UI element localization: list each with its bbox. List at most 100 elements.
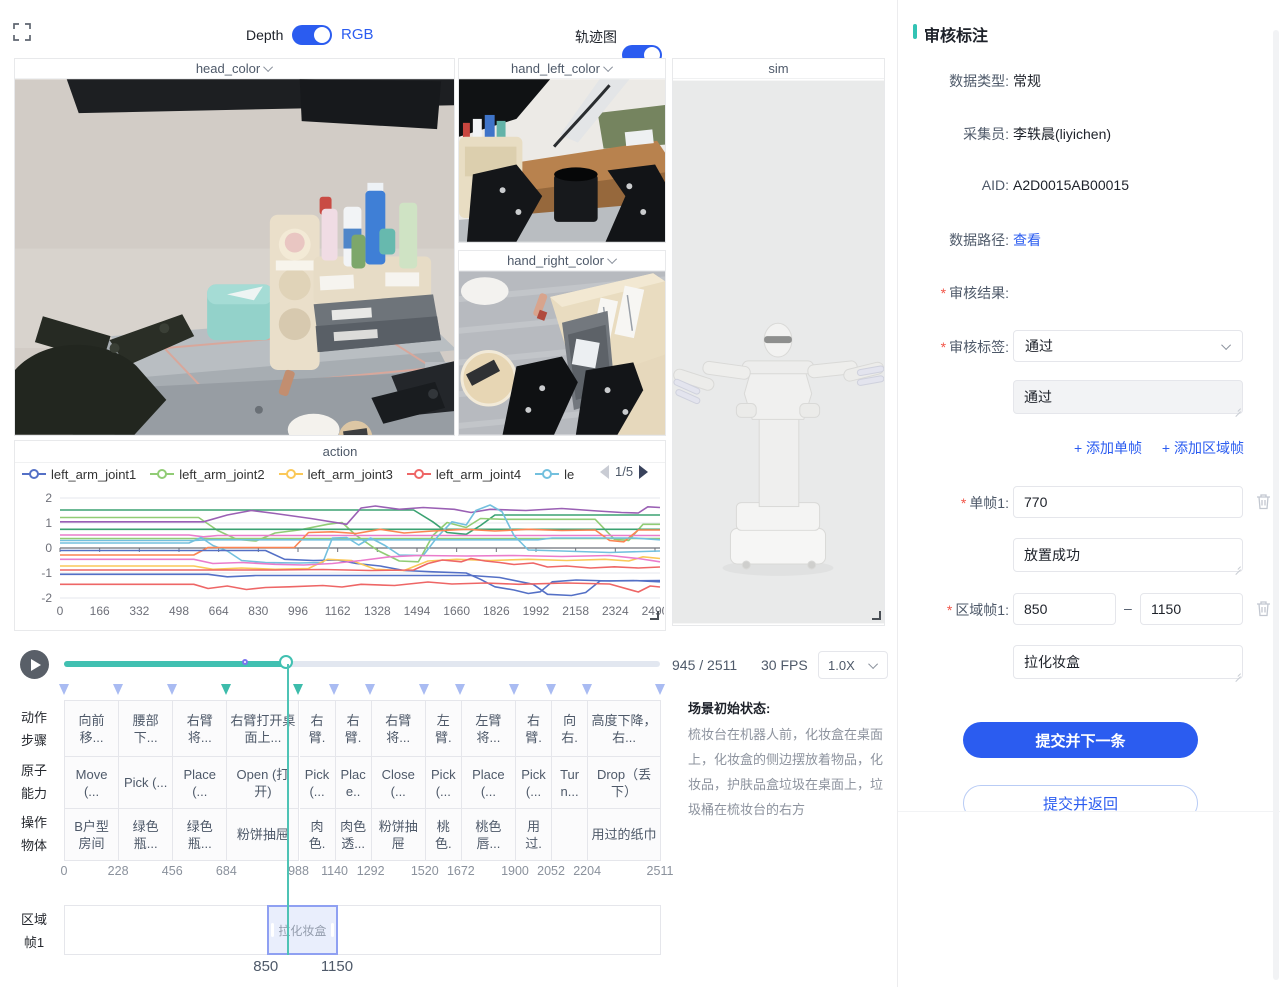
segment-cell[interactable]: 绿色瓶...	[173, 809, 227, 861]
segment-cell[interactable]	[552, 809, 588, 861]
legend-marker-icon	[150, 469, 174, 479]
scale-tick-label: 2052	[537, 864, 565, 878]
legend-item-left_arm_joint1[interactable]: left_arm_joint1	[22, 467, 136, 482]
playback-speed-select[interactable]: 1.0X	[818, 651, 888, 679]
segment-cell[interactable]: Turn...	[552, 757, 588, 809]
segment-cell[interactable]: Place (...	[173, 757, 227, 809]
segment-cell[interactable]: 腰部下...	[119, 701, 173, 757]
chart-resize-corner-icon[interactable]	[650, 611, 659, 620]
segment-marker[interactable]	[113, 684, 123, 695]
segment-cell[interactable]: B户型房间	[65, 809, 119, 861]
segment-cell[interactable]: Move (...	[65, 757, 119, 809]
segment-cell[interactable]: 右臂.	[336, 701, 372, 757]
segment-cell[interactable]: 桃色唇...	[462, 809, 516, 861]
tissue-box	[207, 284, 273, 340]
segment-cell[interactable]: 用过的纸巾	[588, 809, 661, 861]
single-frame-input[interactable]	[1013, 486, 1243, 518]
segment-marker[interactable]	[329, 684, 339, 695]
segment-cell[interactable]: Pick (...	[119, 757, 173, 809]
region-left-handle[interactable]	[271, 923, 274, 937]
region-right-handle[interactable]	[331, 923, 334, 937]
segment-cell[interactable]: 粉饼抽屉	[372, 809, 426, 861]
playback-slider[interactable]	[64, 661, 660, 667]
delete-single-frame-icon[interactable]	[1256, 493, 1271, 510]
segment-marker[interactable]	[221, 684, 231, 695]
page-scrollbar[interactable]	[1273, 30, 1279, 980]
legend-item-left_arm_joint2[interactable]: left_arm_joint2	[150, 467, 264, 482]
svg-text:830: 830	[248, 604, 268, 618]
segment-cell[interactable]: 肉色.	[300, 809, 336, 861]
segment-cell[interactable]: 肉色透...	[336, 809, 372, 861]
legend-next-icon[interactable]	[639, 465, 648, 479]
slider-handle[interactable]	[279, 655, 293, 669]
region-frame-note-textarea[interactable]: 拉化妆盒	[1013, 645, 1243, 679]
scale-tick-label: 1520	[411, 864, 439, 878]
review-tag-note-textarea[interactable]: 通过	[1013, 380, 1243, 414]
sim-title: sim	[768, 61, 788, 76]
segment-marker[interactable]	[509, 684, 519, 695]
add-region-frame-link[interactable]: + 添加区域帧	[1162, 440, 1244, 456]
segment-cell[interactable]: Place (...	[462, 757, 516, 809]
play-icon	[31, 659, 41, 671]
legend-item-left_arm_joint3[interactable]: left_arm_joint3	[279, 467, 393, 482]
segment-marker[interactable]	[419, 684, 429, 695]
scene-initial-state: 场景初始状态: 梳妆台在机器人前，化妆盒在桌面上，化妆盒的侧边摆放着物品，化妆品…	[688, 698, 892, 822]
legend-prev-icon[interactable]	[600, 465, 609, 479]
segment-marker[interactable]	[167, 684, 177, 695]
hand-right-camera-header[interactable]: hand_right_color	[459, 251, 665, 271]
play-button[interactable]	[20, 650, 49, 679]
single-frame-dot-marker[interactable]	[242, 659, 248, 665]
segment-cell[interactable]: 向前移...	[65, 701, 119, 757]
region-frame-block[interactable]: 拉化妆盒	[267, 905, 338, 955]
review-tag-select[interactable]: 通过	[1013, 330, 1243, 362]
monitor	[300, 79, 441, 129]
segment-cell[interactable]: 右臂.	[300, 701, 336, 757]
segment-marker[interactable]	[455, 684, 465, 695]
row-label-atomic-ability: 原子能力	[18, 759, 50, 805]
segment-cell[interactable]: 右臂.	[516, 701, 552, 757]
svg-text:166: 166	[90, 604, 110, 618]
segment-cell[interactable]: Close (...	[372, 757, 426, 809]
single-frame-note-textarea[interactable]: 放置成功	[1013, 538, 1243, 572]
segment-cell[interactable]: Pick (...	[300, 757, 336, 809]
scale-tick-label: 988	[288, 864, 309, 878]
segment-cell[interactable]: 桃色.	[426, 809, 462, 861]
sim-robot-view[interactable]	[673, 79, 884, 625]
segment-cell[interactable]: 右臂将...	[372, 701, 426, 757]
segment-cell[interactable]: 左臂将...	[462, 701, 516, 757]
submit-return-button[interactable]: 提交并返回	[963, 785, 1198, 812]
head-camera-header[interactable]: head_color	[15, 59, 454, 79]
scale-tick-label: 228	[108, 864, 129, 878]
data-path-view-link[interactable]: 查看	[1013, 230, 1041, 250]
add-single-frame-link[interactable]: + 添加单帧	[1074, 440, 1142, 456]
fullscreen-button[interactable]	[12, 22, 32, 42]
segment-cell[interactable]: 用过.	[516, 809, 552, 861]
region-start-input[interactable]	[1013, 593, 1116, 625]
playhead-cursor-line[interactable]	[287, 664, 289, 955]
segment-marker[interactable]	[655, 684, 665, 695]
segment-cell[interactable]: Drop（丢下）	[588, 757, 661, 809]
segment-marker[interactable]	[293, 684, 303, 695]
segment-cell[interactable]: Place..	[336, 757, 372, 809]
delete-region-frame-icon[interactable]	[1256, 600, 1271, 617]
segment-cell[interactable]: 绿色瓶...	[119, 809, 173, 861]
sim-resize-corner-icon[interactable]	[872, 611, 881, 620]
segment-marker[interactable]	[365, 684, 375, 695]
hand-left-camera-header[interactable]: hand_left_color	[459, 59, 665, 79]
segment-cell[interactable]: Pick (...	[426, 757, 462, 809]
sim-header: sim	[673, 59, 884, 79]
segment-cell[interactable]: Pick (...	[516, 757, 552, 809]
legend-item-le[interactable]: le	[535, 467, 574, 482]
segment-cell[interactable]: 高度下降，右...	[588, 701, 661, 757]
segment-cell[interactable]: 向右.	[552, 701, 588, 757]
segment-cell[interactable]: 右臂将...	[173, 701, 227, 757]
segment-marker[interactable]	[59, 684, 69, 695]
segment-cell[interactable]: 左臂.	[426, 701, 462, 757]
segment-marker[interactable]	[582, 684, 592, 695]
submit-next-button[interactable]: 提交并下一条	[963, 722, 1198, 758]
segment-marker[interactable]	[546, 684, 556, 695]
depth-rgb-toggle[interactable]	[292, 25, 332, 45]
legend-marker-icon	[535, 469, 559, 479]
legend-item-left_arm_joint4[interactable]: left_arm_joint4	[407, 467, 521, 482]
region-end-input[interactable]	[1140, 593, 1243, 625]
